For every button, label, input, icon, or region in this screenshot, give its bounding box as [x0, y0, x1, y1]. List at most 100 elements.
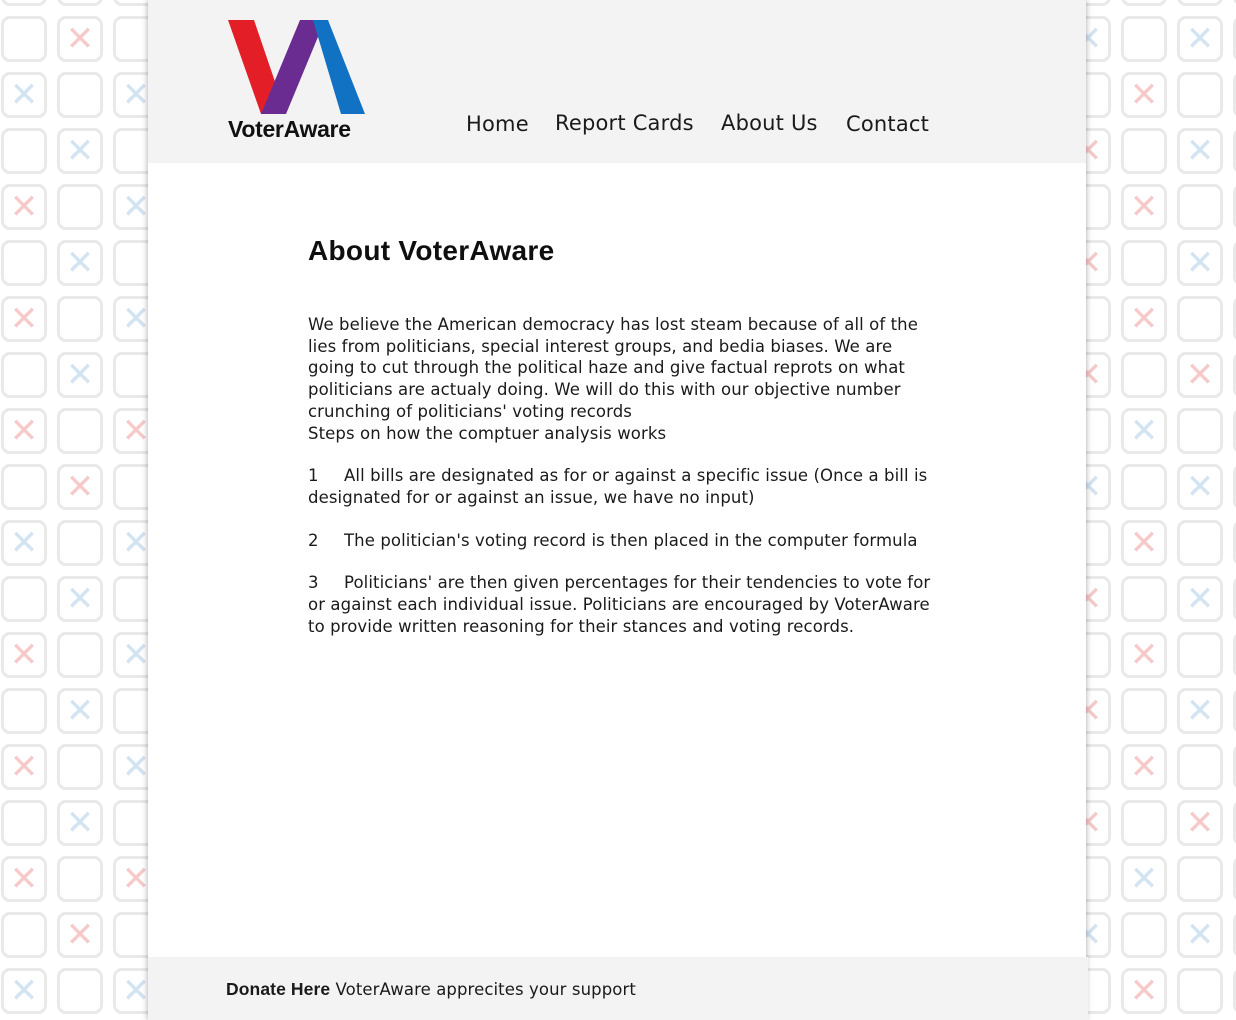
- background-checkbox: [1, 912, 47, 958]
- background-x-mark: ✕: [1129, 187, 1159, 227]
- page-container: VoterAware Home Report Cards About Us Co…: [148, 0, 1088, 1020]
- background-checkbox: [1177, 520, 1223, 566]
- nav-report-cards[interactable]: Report Cards: [555, 111, 694, 135]
- background-checkbox: [57, 520, 103, 566]
- background-x-mark: ✕: [1129, 747, 1159, 787]
- background-x-mark: ✕: [1185, 915, 1215, 955]
- background-x-mark: ✕: [1129, 635, 1159, 675]
- voteraware-logo-icon: [228, 20, 365, 114]
- background-x-mark: ✕: [9, 523, 39, 563]
- background-checkbox: [57, 744, 103, 790]
- background-x-mark: ✕: [65, 915, 95, 955]
- background-checkbox: [1177, 184, 1223, 230]
- background-checkbox: [1121, 464, 1167, 510]
- footer-text: Donate Here VoterAware apprecites your s…: [226, 979, 636, 1000]
- background-x-mark: ✕: [65, 579, 95, 619]
- step-text: All bills are designated as for or again…: [308, 466, 928, 507]
- background-checkbox: [57, 856, 103, 902]
- background-x-mark: ✕: [1185, 19, 1215, 59]
- background-checkbox: [57, 632, 103, 678]
- background-x-mark: ✕: [1185, 803, 1215, 843]
- step-text: Politicians' are then given percentages …: [308, 573, 931, 636]
- intro-text: We believe the American democracy has lo…: [308, 315, 918, 421]
- background-checkbox: [1177, 72, 1223, 118]
- background-checkbox: [1121, 128, 1167, 174]
- background-x-mark: ✕: [1185, 131, 1215, 171]
- background-checkbox: [57, 72, 103, 118]
- background-x-mark: ✕: [9, 187, 39, 227]
- background-checkbox: [57, 296, 103, 342]
- background-checkbox: [1121, 688, 1167, 734]
- donate-link[interactable]: Donate Here: [226, 979, 330, 999]
- background-checkbox: [1121, 576, 1167, 622]
- site-footer: Donate Here VoterAware apprecites your s…: [148, 957, 1088, 1020]
- background-checkbox: [57, 184, 103, 230]
- background-x-mark: ✕: [1129, 523, 1159, 563]
- background-x-mark: ✕: [9, 75, 39, 115]
- background-x-mark: ✕: [9, 859, 39, 899]
- background-checkbox: [1, 688, 47, 734]
- site-header: VoterAware Home Report Cards About Us Co…: [148, 0, 1086, 163]
- support-message: VoterAware apprecites your support: [335, 980, 636, 999]
- background-checkbox: [1177, 856, 1223, 902]
- background-x-mark: ✕: [1121, 0, 1167, 6]
- page-title: About VoterAware: [308, 235, 555, 266]
- background-x-mark: ✕: [1129, 411, 1159, 451]
- step-number: 2: [308, 530, 319, 550]
- background-checkbox: [1, 128, 47, 174]
- step-item: 1 All bills are designated as for or agai…: [308, 465, 938, 508]
- nav-about-us[interactable]: About Us: [721, 111, 818, 135]
- background-checkbox: [1, 576, 47, 622]
- background-x-mark: ✕: [65, 243, 95, 283]
- background-x-mark: ✕: [9, 411, 39, 451]
- background-x-mark: ✕: [65, 355, 95, 395]
- steps-heading: Steps on how the comptuer analysis works: [308, 423, 667, 443]
- background-checkbox: [1, 16, 47, 62]
- background-x-mark: ✕: [1129, 971, 1159, 1011]
- step-number: 3: [308, 573, 319, 593]
- site-logo[interactable]: VoterAware: [228, 20, 373, 142]
- background-x-mark: ✕: [65, 131, 95, 171]
- background-x-mark: ✕: [9, 971, 39, 1011]
- background-checkbox: [1177, 744, 1223, 790]
- background-x-mark: ✕: [1185, 243, 1215, 283]
- background-x-mark: ✕: [1129, 859, 1159, 899]
- background-checkbox: [57, 0, 103, 6]
- background-checkbox: [1, 352, 47, 398]
- background-x-mark: ✕: [9, 747, 39, 787]
- background-x-mark: ✕: [1129, 75, 1159, 115]
- nav-home[interactable]: Home: [466, 112, 529, 136]
- step-number: 1: [308, 466, 319, 486]
- background-checkbox: [1177, 968, 1223, 1014]
- background-x-mark: ✕: [9, 299, 39, 339]
- background-checkbox: [1, 464, 47, 510]
- background-x-mark: ✕: [1185, 691, 1215, 731]
- intro-paragraph: We believe the American democracy has lo…: [308, 314, 938, 444]
- background-checkbox: [57, 968, 103, 1014]
- background-checkbox: [1121, 800, 1167, 846]
- background-x-mark: ✕: [65, 467, 95, 507]
- background-x-mark: ✕: [9, 635, 39, 675]
- background-checkbox: [1121, 240, 1167, 286]
- background-x-mark: ✕: [1185, 355, 1215, 395]
- background-checkbox: [1177, 408, 1223, 454]
- background-x-mark: ✕: [1185, 467, 1215, 507]
- background-checkbox: [1121, 16, 1167, 62]
- background-x-mark: ✕: [65, 691, 95, 731]
- step-item: 3 Politicians' are then given percentages…: [308, 572, 938, 637]
- nav-contact[interactable]: Contact: [846, 112, 929, 136]
- background-checkbox: [1121, 352, 1167, 398]
- step-item: 2 The politician's voting record is then …: [308, 530, 938, 552]
- background-checkbox: [1, 800, 47, 846]
- background-checkbox: [1177, 632, 1223, 678]
- main-content: About VoterAware We believe the American…: [308, 235, 938, 637]
- background-checkbox: [57, 408, 103, 454]
- background-checkbox: [1, 240, 47, 286]
- background-checkbox: [1177, 0, 1223, 6]
- background-x-mark: ✕: [1129, 299, 1159, 339]
- background-x-mark: ✕: [65, 803, 95, 843]
- background-x-mark: ✕: [1, 0, 47, 6]
- background-checkbox: [1177, 296, 1223, 342]
- brand-name: VoterAware: [228, 116, 351, 142]
- background-checkbox: [1121, 912, 1167, 958]
